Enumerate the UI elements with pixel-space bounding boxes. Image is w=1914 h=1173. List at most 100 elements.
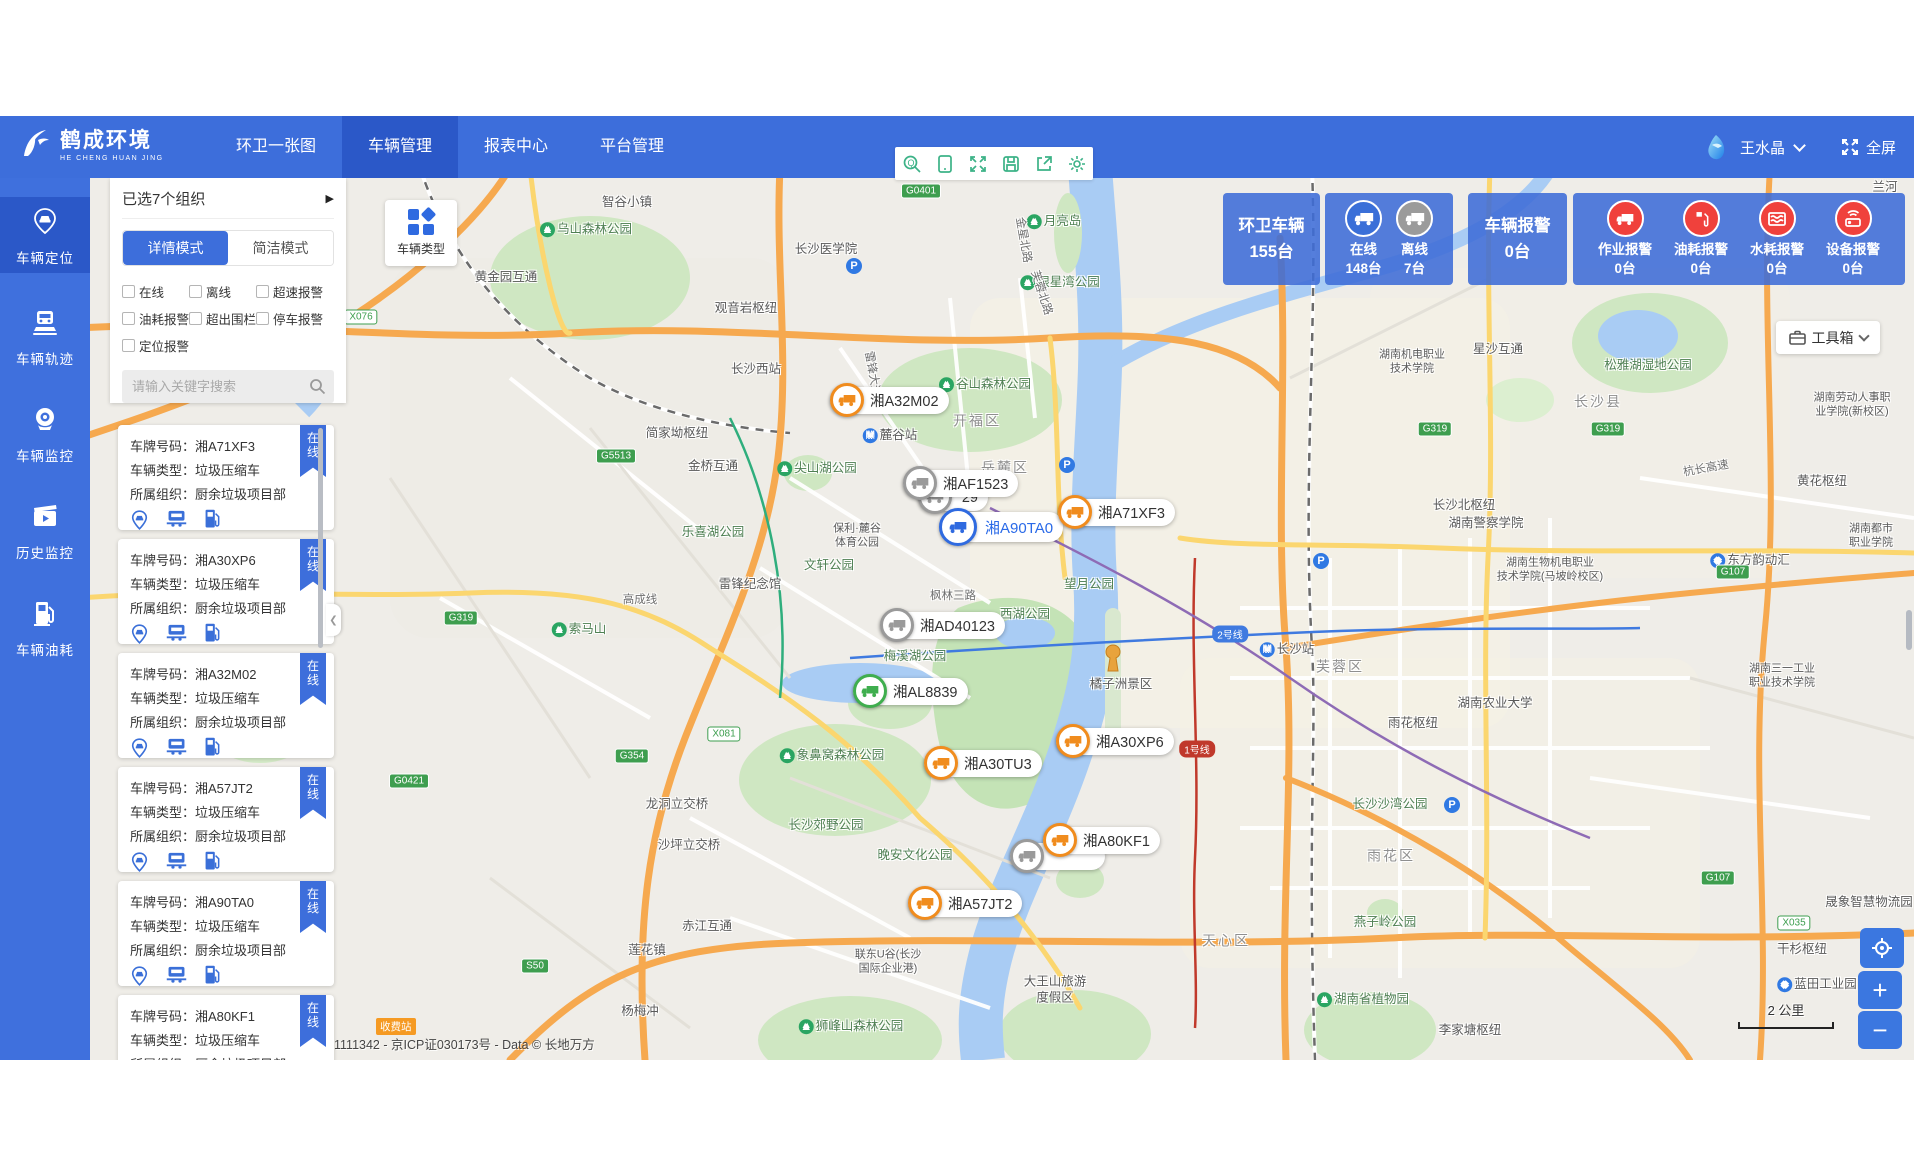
filter-checkbox-6[interactable]: 停车报警 bbox=[256, 309, 323, 328]
marker-truck-icon bbox=[939, 508, 977, 546]
marker-truck-icon bbox=[903, 466, 937, 500]
vehicle-card-6[interactable]: 车牌号码：湘A80KF1车辆类型：垃圾压缩车所属组织：厨余垃圾项目部在线 bbox=[118, 995, 334, 1060]
poi-icon: ◆ bbox=[1777, 977, 1792, 992]
panel-collapse-handle[interactable]: ❮ bbox=[326, 604, 341, 636]
stat-fleet-value: 155台 bbox=[1239, 239, 1305, 265]
mode-tabs: 详情模式简洁模式 bbox=[122, 230, 334, 266]
menu-item-4[interactable]: 平台管理 bbox=[574, 116, 690, 178]
avatar[interactable] bbox=[1702, 133, 1730, 161]
marker-truck-icon bbox=[853, 674, 887, 708]
checkbox-icon bbox=[122, 312, 135, 325]
card-plate: 车牌号码：湘A90TA0 bbox=[130, 892, 322, 911]
card-type: 车辆类型：垃圾压缩车 bbox=[130, 460, 322, 479]
search-icon[interactable] bbox=[309, 378, 326, 395]
fuel-vehicle-icon[interactable] bbox=[204, 737, 221, 764]
vehicle-card-2[interactable]: 车牌号码：湘A30XP6车辆类型：垃圾压缩车所属组织：厨余垃圾项目部在线 bbox=[118, 539, 334, 644]
filter-checkbox-3[interactable]: 超速报警 bbox=[256, 282, 323, 301]
map-label: 沙坪立交桥 bbox=[658, 838, 721, 854]
alarm-value: 0台 bbox=[1766, 259, 1787, 278]
card-type: 车辆类型：垃圾压缩车 bbox=[130, 802, 322, 821]
road-shield: G107 bbox=[1701, 871, 1735, 886]
user-name[interactable]: 王水晶 bbox=[1740, 137, 1785, 158]
sidebar-item-2[interactable]: 车辆轨迹 bbox=[0, 294, 90, 391]
locate-vehicle-icon[interactable] bbox=[130, 851, 149, 878]
page-scrollbar[interactable] bbox=[1906, 610, 1912, 650]
checkbox-icon bbox=[189, 285, 202, 298]
fuel-vehicle-icon[interactable] bbox=[204, 851, 221, 878]
sidebar-item-1[interactable]: 车辆定位 bbox=[0, 197, 90, 273]
map-label: 长沙医学院 bbox=[795, 242, 858, 258]
vehicle-card-4[interactable]: 车牌号码：湘A57JT2车辆类型：垃圾压缩车所属组织：厨余垃圾项目部在线 bbox=[118, 767, 334, 872]
list-scrollbar[interactable] bbox=[318, 428, 323, 648]
sidebar-item-label: 车辆轨迹 bbox=[16, 348, 74, 368]
filter-checkbox-1[interactable]: 在线 bbox=[122, 282, 164, 301]
filter-checkbox-7[interactable]: 定位报警 bbox=[122, 336, 189, 355]
zoom-out-button[interactable]: − bbox=[1858, 1011, 1902, 1049]
locate-button[interactable] bbox=[1860, 928, 1904, 968]
checkbox-icon bbox=[122, 285, 135, 298]
card-org: 所属组织：厨余垃圾项目部 bbox=[130, 1054, 322, 1060]
settings-icon[interactable] bbox=[1067, 154, 1087, 174]
map-label: M长沙站 bbox=[1260, 642, 1315, 658]
vehicle-card-3[interactable]: 车牌号码：湘A32M02车辆类型：垃圾压缩车所属组织：厨余垃圾项目部在线 bbox=[118, 653, 334, 758]
track-vehicle-icon[interactable] bbox=[165, 509, 188, 536]
fuel-vehicle-icon[interactable] bbox=[204, 965, 221, 992]
save-icon[interactable] bbox=[1001, 154, 1021, 174]
vehicle-type-button[interactable]: 车辆类型 bbox=[385, 200, 457, 266]
metro-icon: M bbox=[1260, 642, 1275, 657]
locate-vehicle-icon[interactable] bbox=[130, 509, 149, 536]
sidebar-item-5[interactable]: 车辆油耗 bbox=[0, 585, 90, 682]
monitor-icon[interactable] bbox=[935, 154, 955, 174]
locate-vehicle-icon[interactable] bbox=[130, 623, 149, 650]
map-label: 杨梅冲 bbox=[621, 1004, 659, 1020]
map-label: 黄花枢纽 bbox=[1797, 474, 1847, 490]
sidebar-item-3[interactable]: 车辆监控 bbox=[0, 391, 90, 488]
menu-item-1[interactable]: 环卫一张图 bbox=[210, 116, 342, 178]
fullscreen-button[interactable]: 全屏 bbox=[1840, 137, 1896, 158]
map-label: 湖南劳动人事职业学院(新校区) bbox=[1814, 391, 1891, 419]
locate-vehicle-icon[interactable] bbox=[130, 737, 149, 764]
main-menu: 环卫一张图车辆管理报表中心平台管理 bbox=[210, 116, 690, 178]
track-vehicle-icon[interactable] bbox=[165, 737, 188, 764]
locate-vehicle-icon[interactable] bbox=[130, 965, 149, 992]
track-vehicle-icon[interactable] bbox=[165, 851, 188, 878]
fullscreen-icon bbox=[1840, 137, 1860, 157]
card-org: 所属组织：厨余垃圾项目部 bbox=[130, 826, 322, 845]
menu-item-2[interactable]: 车辆管理 bbox=[342, 116, 458, 178]
vehicle-card-1[interactable]: 车牌号码：湘A71XF3车辆类型：垃圾压缩车所属组织：厨余垃圾项目部在线 bbox=[118, 425, 334, 530]
zoom-search-icon[interactable]: Q bbox=[902, 154, 922, 174]
marker-truck-icon bbox=[1058, 495, 1092, 529]
card-plate: 车牌号码：湘A32M02 bbox=[130, 664, 322, 683]
filter-checkbox-2[interactable]: 离线 bbox=[189, 282, 231, 301]
sidebar-item-label: 车辆油耗 bbox=[16, 639, 74, 659]
org-expand-arrow-icon[interactable]: ▶ bbox=[326, 192, 334, 205]
fuel-vehicle-icon[interactable] bbox=[204, 623, 221, 650]
filter-checkbox-4[interactable]: 油耗报警 bbox=[122, 309, 189, 328]
marker-truck-icon bbox=[1056, 724, 1090, 758]
filter-checkbox-5[interactable]: 超出围栏 bbox=[189, 309, 256, 328]
map-canvas[interactable]: 智谷小镇▲乌山森林公园黄金园互通长沙医学院▲月亮岛▲银星湾公园观音岩枢纽长沙西站… bbox=[90, 178, 1914, 1060]
tab-simple-mode[interactable]: 简洁模式 bbox=[228, 231, 333, 265]
road-shield: X035 bbox=[1777, 916, 1810, 931]
track-vehicle-icon[interactable] bbox=[165, 623, 188, 650]
fuel-vehicle-icon[interactable] bbox=[204, 509, 221, 536]
sidebar-item-4[interactable]: 历史监控 bbox=[0, 488, 90, 585]
map-label: 长沙县 bbox=[1574, 393, 1622, 411]
map-label: 乐喜湖公园 bbox=[682, 525, 745, 541]
menu-item-3[interactable]: 报表中心 bbox=[458, 116, 574, 178]
vehicle-card-5[interactable]: 车牌号码：湘A90TA0车辆类型：垃圾压缩车所属组织：厨余垃圾项目部在线 bbox=[118, 881, 334, 986]
offline-truck-icon bbox=[1396, 200, 1433, 237]
track-vehicle-icon[interactable] bbox=[165, 965, 188, 992]
export-icon[interactable] bbox=[1034, 154, 1054, 174]
map-label: 长沙北枢纽 bbox=[1433, 498, 1496, 514]
zoom-in-button[interactable]: + bbox=[1858, 971, 1902, 1009]
chevron-down-icon[interactable] bbox=[1793, 139, 1806, 152]
map-label: 湖南都市职业学院 bbox=[1849, 522, 1893, 550]
expand-icon[interactable] bbox=[968, 154, 988, 174]
org-selected-label[interactable]: 已选7个组织 bbox=[122, 188, 205, 209]
map-label: ▲索马山 bbox=[552, 622, 607, 638]
search-input[interactable] bbox=[122, 370, 334, 403]
toolbox-button[interactable]: 工具箱 bbox=[1776, 321, 1880, 354]
tab-detail-mode[interactable]: 详情模式 bbox=[123, 231, 228, 265]
map-label: 长沙郊野公园 bbox=[788, 818, 863, 834]
